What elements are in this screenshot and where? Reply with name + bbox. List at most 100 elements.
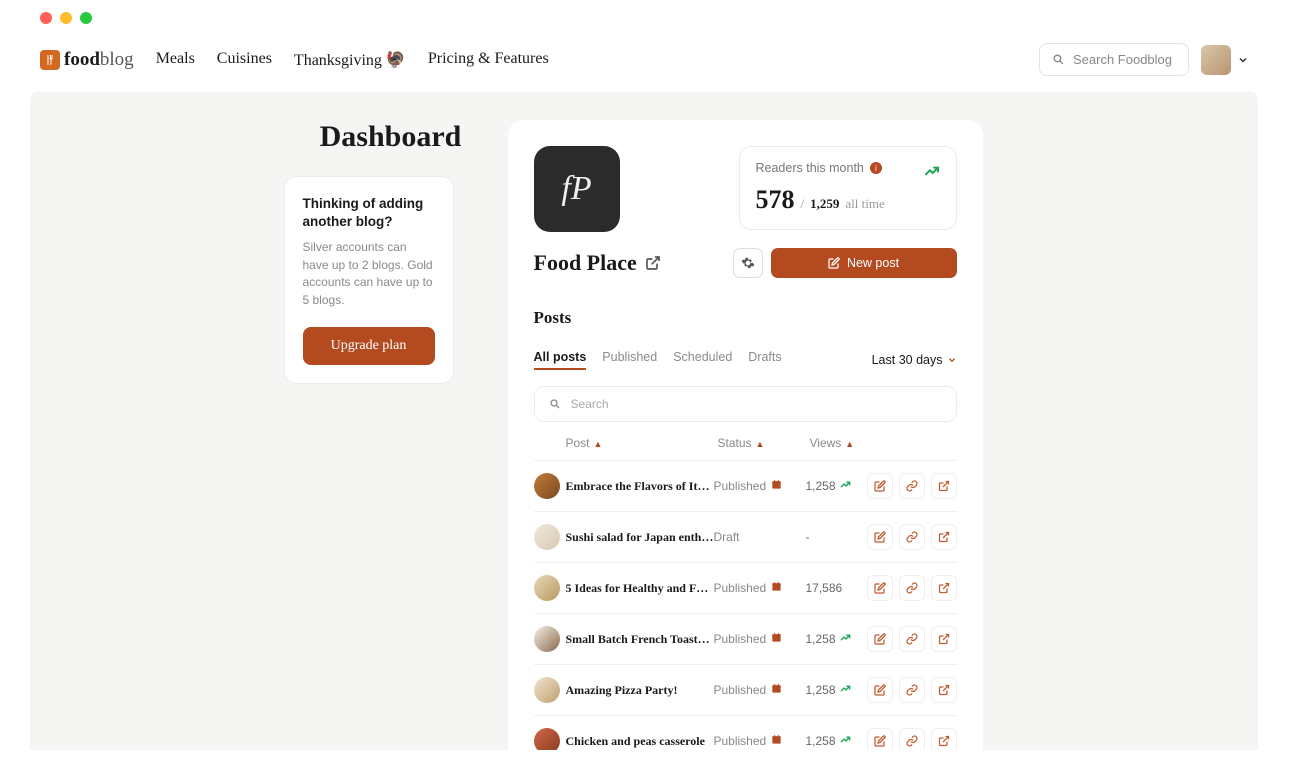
upgrade-plan-button[interactable]: Upgrade plan bbox=[303, 327, 435, 365]
edit-button[interactable] bbox=[867, 626, 893, 652]
posts-table-body: Embrace the Flavors of Italy: C...Publis… bbox=[534, 460, 957, 750]
nav-links: Meals Cuisines Thanksgiving 🦃 Pricing & … bbox=[156, 50, 549, 70]
search-placeholder: Search Foodblog bbox=[1073, 52, 1172, 67]
blog-header: fP Readers this month i 578 / 1,259 all … bbox=[534, 146, 957, 232]
edit-button[interactable] bbox=[867, 524, 893, 550]
global-search[interactable]: Search Foodblog bbox=[1039, 43, 1189, 76]
post-status: Published bbox=[714, 734, 806, 748]
tab-all-posts[interactable]: All posts bbox=[534, 350, 587, 370]
nav-meals[interactable]: Meals bbox=[156, 50, 195, 70]
date-filter[interactable]: Last 30 days bbox=[872, 353, 957, 367]
open-external-button[interactable] bbox=[931, 626, 957, 652]
row-actions bbox=[867, 575, 957, 601]
blog-dashboard-card: fP Readers this month i 578 / 1,259 all … bbox=[508, 120, 983, 750]
col-post[interactable]: Post▲ bbox=[566, 436, 718, 450]
settings-button[interactable] bbox=[733, 248, 763, 278]
table-row[interactable]: Amazing Pizza Party!Published1,258 bbox=[534, 664, 957, 715]
tabs-row: All posts Published Scheduled Drafts Las… bbox=[534, 350, 957, 370]
copy-link-button[interactable] bbox=[899, 524, 925, 550]
sort-caret-icon: ▲ bbox=[756, 439, 765, 449]
edit-button[interactable] bbox=[867, 677, 893, 703]
post-thumbnail bbox=[534, 728, 560, 750]
open-external-button[interactable] bbox=[931, 575, 957, 601]
trend-up-icon bbox=[840, 632, 851, 646]
stage: Dashboard Thinking of adding another blo… bbox=[30, 92, 1258, 750]
tab-scheduled[interactable]: Scheduled bbox=[673, 350, 732, 370]
minimize-dot[interactable] bbox=[60, 12, 72, 24]
post-status: Published bbox=[714, 581, 806, 595]
tab-drafts[interactable]: Drafts bbox=[748, 350, 781, 370]
edit-button[interactable] bbox=[867, 728, 893, 750]
brand-bold: food bbox=[64, 49, 100, 70]
stat-sub: all time bbox=[845, 196, 884, 212]
nav-pricing[interactable]: Pricing & Features bbox=[428, 50, 549, 70]
search-icon bbox=[549, 398, 561, 410]
copy-link-button[interactable] bbox=[899, 626, 925, 652]
post-tabs: All posts Published Scheduled Drafts bbox=[534, 350, 782, 370]
col-views[interactable]: Views▲ bbox=[810, 436, 866, 450]
nav-cuisines[interactable]: Cuisines bbox=[217, 50, 272, 70]
window-controls bbox=[40, 12, 92, 24]
row-actions bbox=[867, 677, 957, 703]
promo-title: Thinking of adding another blog? bbox=[303, 195, 435, 231]
edit-button[interactable] bbox=[867, 473, 893, 499]
row-actions bbox=[867, 728, 957, 750]
table-row[interactable]: Small Batch French Toast: Ho...Published… bbox=[534, 613, 957, 664]
blog-logo: fP bbox=[534, 146, 620, 232]
user-menu[interactable] bbox=[1201, 45, 1249, 75]
calendar-icon bbox=[771, 683, 782, 697]
calendar-icon bbox=[771, 734, 782, 748]
post-title: Amazing Pizza Party! bbox=[566, 683, 714, 698]
posts-heading: Posts bbox=[534, 308, 957, 328]
post-title: Sushi salad for Japan enthusia... bbox=[566, 530, 714, 545]
edit-icon bbox=[828, 257, 840, 269]
posts-search-placeholder: Search bbox=[571, 397, 609, 411]
trend-up-icon bbox=[924, 163, 940, 184]
post-status: Published bbox=[714, 479, 806, 493]
open-external-button[interactable] bbox=[931, 524, 957, 550]
open-external-button[interactable] bbox=[931, 473, 957, 499]
gear-icon bbox=[741, 256, 755, 270]
post-views: - bbox=[806, 530, 862, 544]
post-views: 1,258 bbox=[806, 479, 862, 493]
nav-right: Search Foodblog bbox=[1039, 43, 1249, 76]
post-thumbnail bbox=[534, 626, 560, 652]
info-icon[interactable]: i bbox=[870, 162, 882, 174]
brand-logo[interactable]: foodblog bbox=[40, 49, 134, 71]
blog-name: Food Place bbox=[534, 250, 661, 276]
col-status[interactable]: Status▲ bbox=[718, 436, 810, 450]
post-views: 1,258 bbox=[806, 683, 862, 697]
posts-search[interactable]: Search bbox=[534, 386, 957, 422]
post-thumbnail bbox=[534, 677, 560, 703]
avatar bbox=[1201, 45, 1231, 75]
open-external-button[interactable] bbox=[931, 728, 957, 750]
table-row[interactable]: Chicken and peas casserolePublished1,258 bbox=[534, 715, 957, 750]
left-column: Dashboard Thinking of adding another blo… bbox=[306, 120, 476, 750]
row-actions bbox=[867, 524, 957, 550]
copy-link-button[interactable] bbox=[899, 473, 925, 499]
close-dot[interactable] bbox=[40, 12, 52, 24]
tab-published[interactable]: Published bbox=[602, 350, 657, 370]
post-views: 1,258 bbox=[806, 632, 862, 646]
external-link-icon[interactable] bbox=[645, 255, 661, 271]
copy-link-button[interactable] bbox=[899, 575, 925, 601]
maximize-dot[interactable] bbox=[80, 12, 92, 24]
table-row[interactable]: Embrace the Flavors of Italy: C...Publis… bbox=[534, 460, 957, 511]
table-row[interactable]: Sushi salad for Japan enthusia...Draft- bbox=[534, 511, 957, 562]
nav-thanksgiving[interactable]: Thanksgiving 🦃 bbox=[294, 50, 406, 70]
copy-link-button[interactable] bbox=[899, 677, 925, 703]
edit-button[interactable] bbox=[867, 575, 893, 601]
chevron-down-icon bbox=[947, 355, 957, 365]
blog-title-row: Food Place New post bbox=[534, 248, 957, 278]
copy-link-button[interactable] bbox=[899, 728, 925, 750]
calendar-icon bbox=[771, 632, 782, 646]
post-views: 17,586 bbox=[806, 581, 862, 595]
row-actions bbox=[867, 626, 957, 652]
post-thumbnail bbox=[534, 524, 560, 550]
table-row[interactable]: 5 Ideas for Healthy and Fast Br...Publis… bbox=[534, 562, 957, 613]
brand-light: blog bbox=[100, 49, 134, 70]
trend-up-icon bbox=[840, 479, 851, 493]
open-external-button[interactable] bbox=[931, 677, 957, 703]
stat-values: 578 / 1,259 all time bbox=[756, 185, 940, 215]
new-post-button[interactable]: New post bbox=[771, 248, 957, 278]
